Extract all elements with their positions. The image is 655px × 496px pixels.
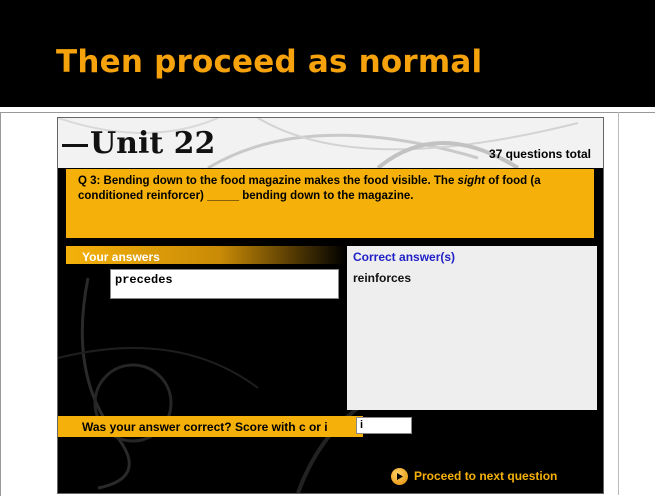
quiz-app-window: Unit 22 37 questions total Q 3: Bending … — [57, 117, 604, 494]
slide-title: Then proceed as normal — [56, 44, 483, 80]
frame-divider — [618, 112, 619, 495]
play-circle-icon — [391, 467, 408, 485]
unit-title: Unit 22 — [62, 126, 215, 161]
correct-answers-panel: Correct answer(s) reinforces — [347, 246, 597, 410]
question-box: Q 3: Bending down to the food magazine m… — [66, 169, 594, 238]
proceed-label: Proceed to next question — [414, 469, 558, 483]
proceed-button[interactable]: Proceed to next question — [391, 465, 557, 487]
unit-title-text: Unit 22 — [90, 126, 216, 161]
score-prompt: Was your answer correct? Score with c or… — [82, 420, 328, 434]
score-field[interactable]: i — [356, 417, 412, 434]
question-emphasis: sight — [457, 175, 486, 187]
questions-total: 37 questions total — [488, 147, 591, 161]
correct-answer-value: reinforces — [353, 271, 412, 285]
your-answer-field[interactable]: precedes — [110, 269, 339, 299]
slide-title-band: Then proceed as normal — [0, 0, 655, 107]
your-answers-label: Your answers — [82, 250, 160, 264]
correct-answers-label: Correct answer(s) — [353, 250, 456, 264]
score-bar: Was your answer correct? Score with c or… — [58, 416, 363, 437]
app-header: Unit 22 37 questions total — [58, 118, 603, 168]
play-triangle-icon — [397, 472, 403, 480]
title-dash — [62, 143, 88, 147]
question-text: Q 3: Bending down to the food magazine m… — [78, 174, 578, 204]
question-prefix: Q 3: Bending down to the food magazine m… — [78, 175, 458, 187]
